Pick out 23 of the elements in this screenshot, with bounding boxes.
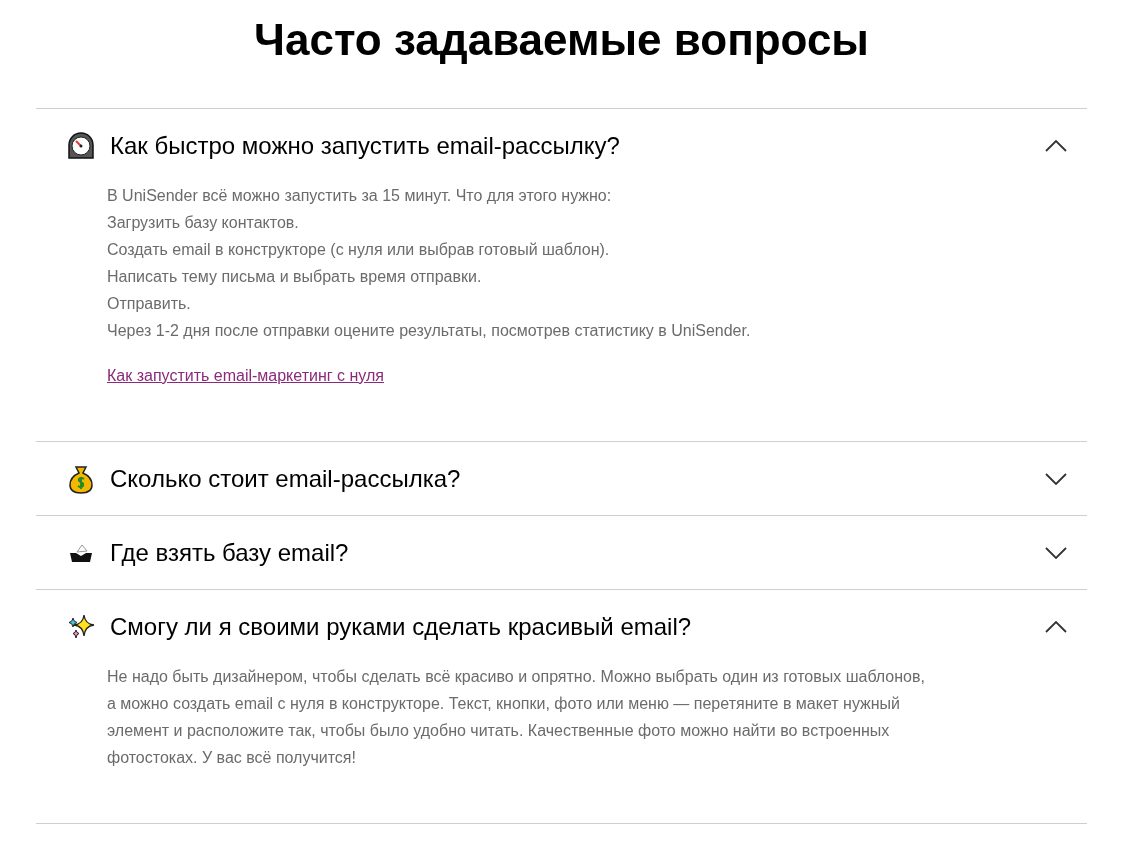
question-text: Как быстро можно запустить email-рассылку? <box>110 130 621 161</box>
question-text: Смогу ли я своими руками сделать красивый email? <box>110 611 693 642</box>
answer-line: Через 1-2 дня после отправки оцените результаты, посмотрев статистику в UniSender. <box>107 321 751 341</box>
page-heading: Часто задаваемые вопросы <box>254 14 869 66</box>
chevron-down-icon[interactable] <box>1045 546 1067 559</box>
answer-line: Отправить. <box>107 294 191 314</box>
question-header[interactable]: Смогу ли я своими руками сделать красивый email? <box>36 590 1087 663</box>
answer-line: Загрузить базу контактов. <box>107 213 299 233</box>
answer-line: Написать тему письма и выбрать время отправки. <box>107 267 482 287</box>
answer-text: Не надо быть дизайнером, чтобы сделать всё красиво и опрятно. Можно выбрать один из готовых шаблонов, а можно создать email с нуля в конструкторе. Текст, кнопки, фото или меню — перетяните в макет нужный элемент и расположите так, чтобы было удобно читать. Качественные фото можно найти во встроенных фотостоках. У вас всё получится! <box>107 667 926 768</box>
money-bag-icon <box>68 463 94 494</box>
chevron-down-icon[interactable] <box>1045 472 1067 485</box>
question-header[interactable]: Как быстро можно запустить email-рассылку? <box>36 109 1087 182</box>
question-text: Где взять базу email? <box>110 537 350 568</box>
chevron-up-icon[interactable] <box>1045 620 1067 633</box>
article-link[interactable]: Как запустить email-маркетинг с нуля <box>107 362 384 389</box>
answer-line: В UniSender всё можно запустить за 15 минут. Что для этого нужно: <box>107 186 612 206</box>
stopwatch-icon <box>66 131 96 160</box>
question-header[interactable]: Сколько стоит email-рассылка? <box>36 442 1087 515</box>
answer-line: Создать email в конструкторе (с нуля или выбрав готовый шаблон). <box>107 240 610 260</box>
question-text: Сколько стоит email-рассылка? <box>110 463 462 494</box>
chevron-up-icon[interactable] <box>1045 139 1067 152</box>
question-header[interactable]: Где взять базу email? <box>36 516 1087 589</box>
